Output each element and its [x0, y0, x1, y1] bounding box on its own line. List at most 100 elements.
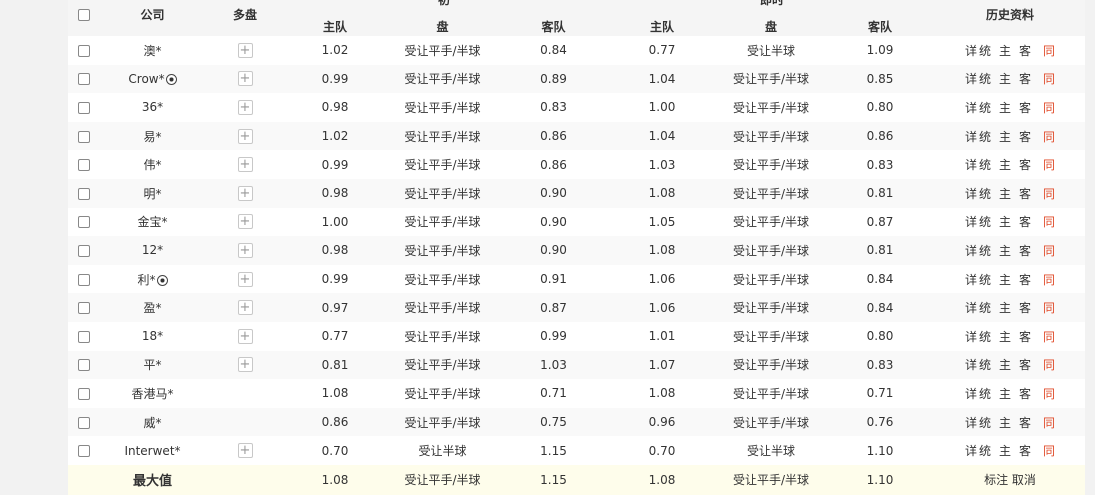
same-history-link[interactable]: 同	[1043, 414, 1055, 431]
away-history-link[interactable]: 客	[1019, 70, 1031, 87]
same-history-link[interactable]: 同	[1043, 385, 1055, 402]
away-history-link[interactable]: 客	[1019, 385, 1031, 402]
row-checkbox[interactable]	[78, 302, 90, 315]
stats-link[interactable]: 统	[979, 42, 991, 59]
expand-multi-icon[interactable]: +	[237, 185, 253, 201]
away-history-link[interactable]: 客	[1019, 156, 1031, 173]
home-history-link[interactable]: 主	[999, 356, 1011, 373]
row-checkbox[interactable]	[78, 159, 90, 172]
expand-multi-icon[interactable]: +	[237, 214, 253, 230]
detail-link[interactable]: 详	[965, 271, 977, 288]
away-history-link[interactable]: 客	[1019, 242, 1031, 259]
same-history-link[interactable]: 同	[1043, 299, 1055, 316]
select-all-checkbox[interactable]	[78, 8, 90, 21]
same-history-link[interactable]: 同	[1043, 185, 1055, 202]
stats-link[interactable]: 统	[979, 442, 991, 459]
row-checkbox[interactable]	[78, 445, 90, 458]
home-history-link[interactable]: 主	[999, 271, 1011, 288]
same-history-link[interactable]: 同	[1043, 442, 1055, 459]
expand-multi-icon[interactable]: +	[237, 242, 253, 258]
away-history-link[interactable]: 客	[1019, 128, 1031, 145]
expand-multi-icon[interactable]: +	[237, 300, 253, 316]
detail-link[interactable]: 详	[965, 356, 977, 373]
detail-link[interactable]: 详	[965, 385, 977, 402]
home-history-link[interactable]: 主	[999, 442, 1011, 459]
home-history-link[interactable]: 主	[999, 99, 1011, 116]
away-history-link[interactable]: 客	[1019, 271, 1031, 288]
row-checkbox[interactable]	[78, 359, 90, 372]
detail-link[interactable]: 详	[965, 414, 977, 431]
detail-link[interactable]: 详	[965, 185, 977, 202]
stats-link[interactable]: 统	[979, 156, 991, 173]
home-history-link[interactable]: 主	[999, 42, 1011, 59]
home-history-link[interactable]: 主	[999, 213, 1011, 230]
row-checkbox[interactable]	[78, 416, 90, 429]
expand-multi-icon[interactable]: +	[237, 157, 253, 173]
away-history-link[interactable]: 客	[1019, 414, 1031, 431]
stats-link[interactable]: 统	[979, 414, 991, 431]
home-history-link[interactable]: 主	[999, 70, 1011, 87]
stats-link[interactable]: 统	[979, 99, 991, 116]
expand-multi-icon[interactable]: +	[237, 443, 253, 459]
row-checkbox[interactable]	[78, 130, 90, 143]
stats-link[interactable]: 统	[979, 213, 991, 230]
same-history-link[interactable]: 同	[1043, 213, 1055, 230]
same-history-link[interactable]: 同	[1043, 356, 1055, 373]
stats-link[interactable]: 统	[979, 356, 991, 373]
row-checkbox[interactable]	[78, 330, 90, 343]
detail-link[interactable]: 详	[965, 242, 977, 259]
away-history-link[interactable]: 客	[1019, 213, 1031, 230]
stats-link[interactable]: 统	[979, 271, 991, 288]
stats-link[interactable]: 统	[979, 70, 991, 87]
away-history-link[interactable]: 客	[1019, 442, 1031, 459]
expand-multi-icon[interactable]: +	[237, 128, 253, 144]
home-history-link[interactable]: 主	[999, 242, 1011, 259]
mark-link[interactable]: 标注	[984, 473, 1008, 487]
detail-link[interactable]: 详	[965, 70, 977, 87]
stats-link[interactable]: 统	[979, 185, 991, 202]
same-history-link[interactable]: 同	[1043, 156, 1055, 173]
expand-multi-icon[interactable]: +	[237, 42, 253, 58]
detail-link[interactable]: 详	[965, 213, 977, 230]
row-checkbox[interactable]	[78, 216, 90, 229]
away-history-link[interactable]: 客	[1019, 328, 1031, 345]
home-history-link[interactable]: 主	[999, 128, 1011, 145]
stats-link[interactable]: 统	[979, 242, 991, 259]
same-history-link[interactable]: 同	[1043, 128, 1055, 145]
away-history-link[interactable]: 客	[1019, 99, 1031, 116]
row-checkbox[interactable]	[78, 273, 90, 286]
expand-multi-icon[interactable]: +	[237, 99, 253, 115]
home-history-link[interactable]: 主	[999, 385, 1011, 402]
row-checkbox[interactable]	[78, 387, 90, 400]
expand-multi-icon[interactable]: +	[237, 71, 253, 87]
away-history-link[interactable]: 客	[1019, 356, 1031, 373]
row-checkbox[interactable]	[78, 187, 90, 200]
same-history-link[interactable]: 同	[1043, 99, 1055, 116]
same-history-link[interactable]: 同	[1043, 328, 1055, 345]
stats-link[interactable]: 统	[979, 128, 991, 145]
expand-multi-icon[interactable]: +	[237, 271, 253, 287]
home-history-link[interactable]: 主	[999, 156, 1011, 173]
same-history-link[interactable]: 同	[1043, 70, 1055, 87]
away-history-link[interactable]: 客	[1019, 185, 1031, 202]
detail-link[interactable]: 详	[965, 156, 977, 173]
stats-link[interactable]: 统	[979, 299, 991, 316]
home-history-link[interactable]: 主	[999, 185, 1011, 202]
detail-link[interactable]: 详	[965, 99, 977, 116]
detail-link[interactable]: 详	[965, 128, 977, 145]
detail-link[interactable]: 详	[965, 442, 977, 459]
detail-link[interactable]: 详	[965, 42, 977, 59]
row-checkbox[interactable]	[78, 44, 90, 57]
home-history-link[interactable]: 主	[999, 414, 1011, 431]
row-checkbox[interactable]	[78, 244, 90, 257]
expand-multi-icon[interactable]: +	[237, 328, 253, 344]
home-history-link[interactable]: 主	[999, 328, 1011, 345]
row-checkbox[interactable]	[78, 101, 90, 114]
away-history-link[interactable]: 客	[1019, 42, 1031, 59]
detail-link[interactable]: 详	[965, 328, 977, 345]
row-checkbox[interactable]	[78, 73, 90, 86]
cancel-link[interactable]: 取消	[1012, 473, 1036, 487]
same-history-link[interactable]: 同	[1043, 242, 1055, 259]
detail-link[interactable]: 详	[965, 299, 977, 316]
same-history-link[interactable]: 同	[1043, 42, 1055, 59]
